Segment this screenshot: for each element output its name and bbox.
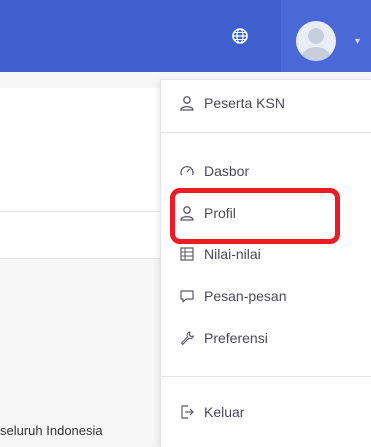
grades-table-icon: [178, 245, 196, 263]
menu-item-label: Profil: [204, 205, 236, 221]
globe-icon: [232, 28, 248, 44]
menu-divider: [161, 132, 371, 133]
user-icon: [178, 204, 196, 222]
menu-item-label: Peserta KSN: [204, 95, 285, 111]
wrench-icon: [178, 329, 196, 347]
menu-item-label: Nilai-nilai: [204, 246, 261, 262]
user-dropdown-menu: Peserta KSN Dasbor Profil Nilai-nilai Pe…: [160, 79, 371, 447]
menu-item-peserta-ksn[interactable]: Peserta KSN: [161, 88, 371, 118]
speech-bubble-icon: [178, 287, 196, 305]
card-divider: [0, 211, 165, 212]
menu-item-preferensi[interactable]: Preferensi: [161, 323, 371, 353]
chevron-down-icon[interactable]: ▾: [355, 37, 363, 47]
menu-item-profil[interactable]: Profil: [161, 198, 371, 228]
menu-item-pesan-pesan[interactable]: Pesan-pesan: [161, 281, 371, 311]
content-card: [0, 88, 165, 259]
menu-item-label: Pesan-pesan: [204, 288, 287, 304]
menu-item-dasbor[interactable]: Dasbor: [161, 156, 371, 186]
user-icon: [178, 94, 196, 112]
user-avatar[interactable]: [296, 21, 336, 61]
menu-divider: [161, 376, 371, 377]
menu-item-label: Dasbor: [204, 163, 250, 179]
gauge-icon: [178, 162, 196, 180]
language-button[interactable]: [230, 26, 250, 46]
menu-item-nilai-nilai[interactable]: Nilai-nilai: [161, 239, 371, 269]
logout-icon: [178, 403, 196, 421]
menu-item-label: Keluar: [204, 404, 245, 420]
menu-item-label: Preferensi: [204, 330, 268, 346]
menu-item-keluar[interactable]: Keluar: [161, 397, 371, 427]
top-navbar: ▾: [0, 0, 371, 72]
